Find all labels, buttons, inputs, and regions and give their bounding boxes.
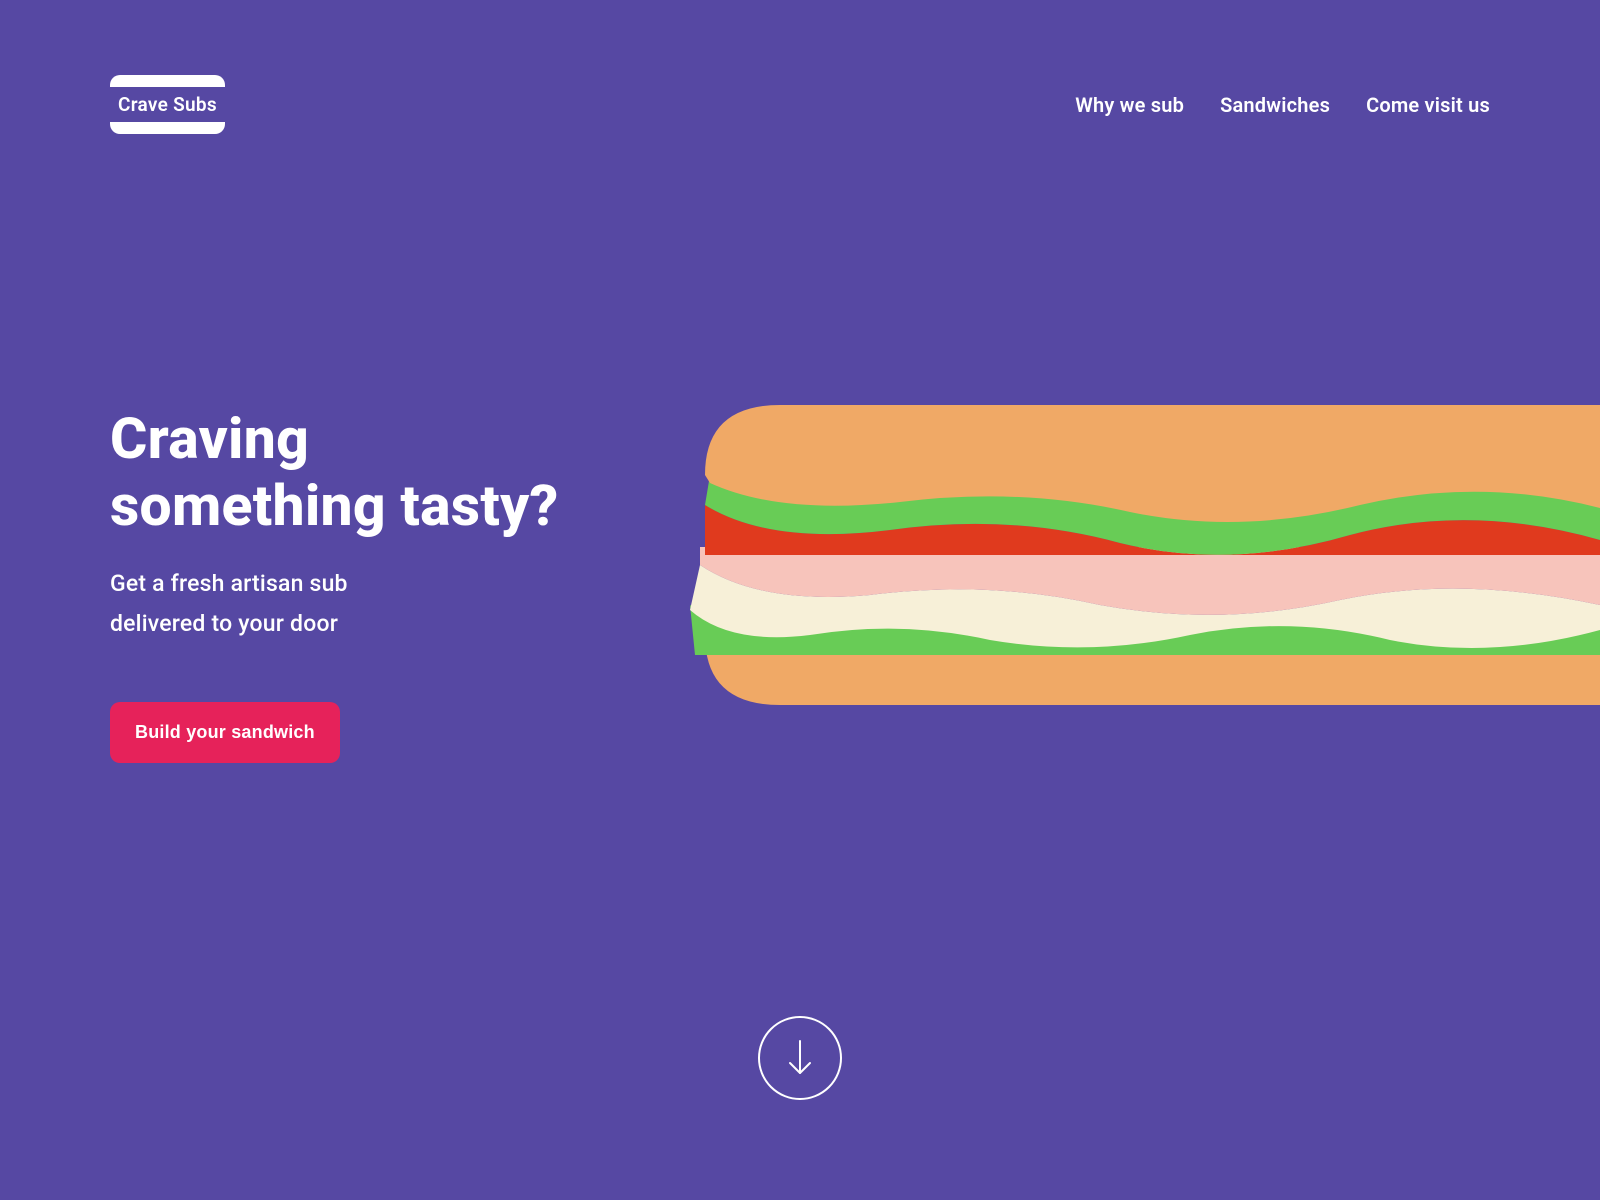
brand-name: Crave Subs: [118, 87, 217, 122]
site-header: Crave Subs Why we sub Sandwiches Come vi…: [0, 0, 1600, 134]
arrow-down-icon: [786, 1039, 814, 1077]
nav-link-why[interactable]: Why we sub: [1075, 93, 1184, 117]
sandwich-illustration: [670, 405, 1600, 745]
hero-subtitle-line2: delivered to your door: [110, 610, 338, 637]
hero-title: Craving something tasty?: [110, 405, 559, 540]
hero-subtitle: Get a fresh artisan sub delivered to you…: [110, 564, 559, 645]
main-nav: Why we sub Sandwiches Come visit us: [1075, 93, 1490, 117]
nav-link-sandwiches[interactable]: Sandwiches: [1220, 93, 1330, 117]
build-sandwich-button[interactable]: Build your sandwich: [110, 702, 340, 763]
logo-bun-top-icon: [110, 75, 225, 87]
sandwich-icon: [670, 405, 1600, 745]
hero-section: Craving something tasty? Get a fresh art…: [110, 405, 559, 763]
hero-title-line2: something tasty?: [110, 472, 559, 539]
logo-bun-bottom-icon: [110, 122, 225, 134]
hero-subtitle-line1: Get a fresh artisan sub: [110, 570, 348, 597]
nav-link-visit[interactable]: Come visit us: [1366, 93, 1490, 117]
hero-title-line1: Craving: [110, 405, 309, 472]
scroll-down-button[interactable]: [758, 1016, 842, 1100]
brand-logo[interactable]: Crave Subs: [110, 75, 225, 134]
